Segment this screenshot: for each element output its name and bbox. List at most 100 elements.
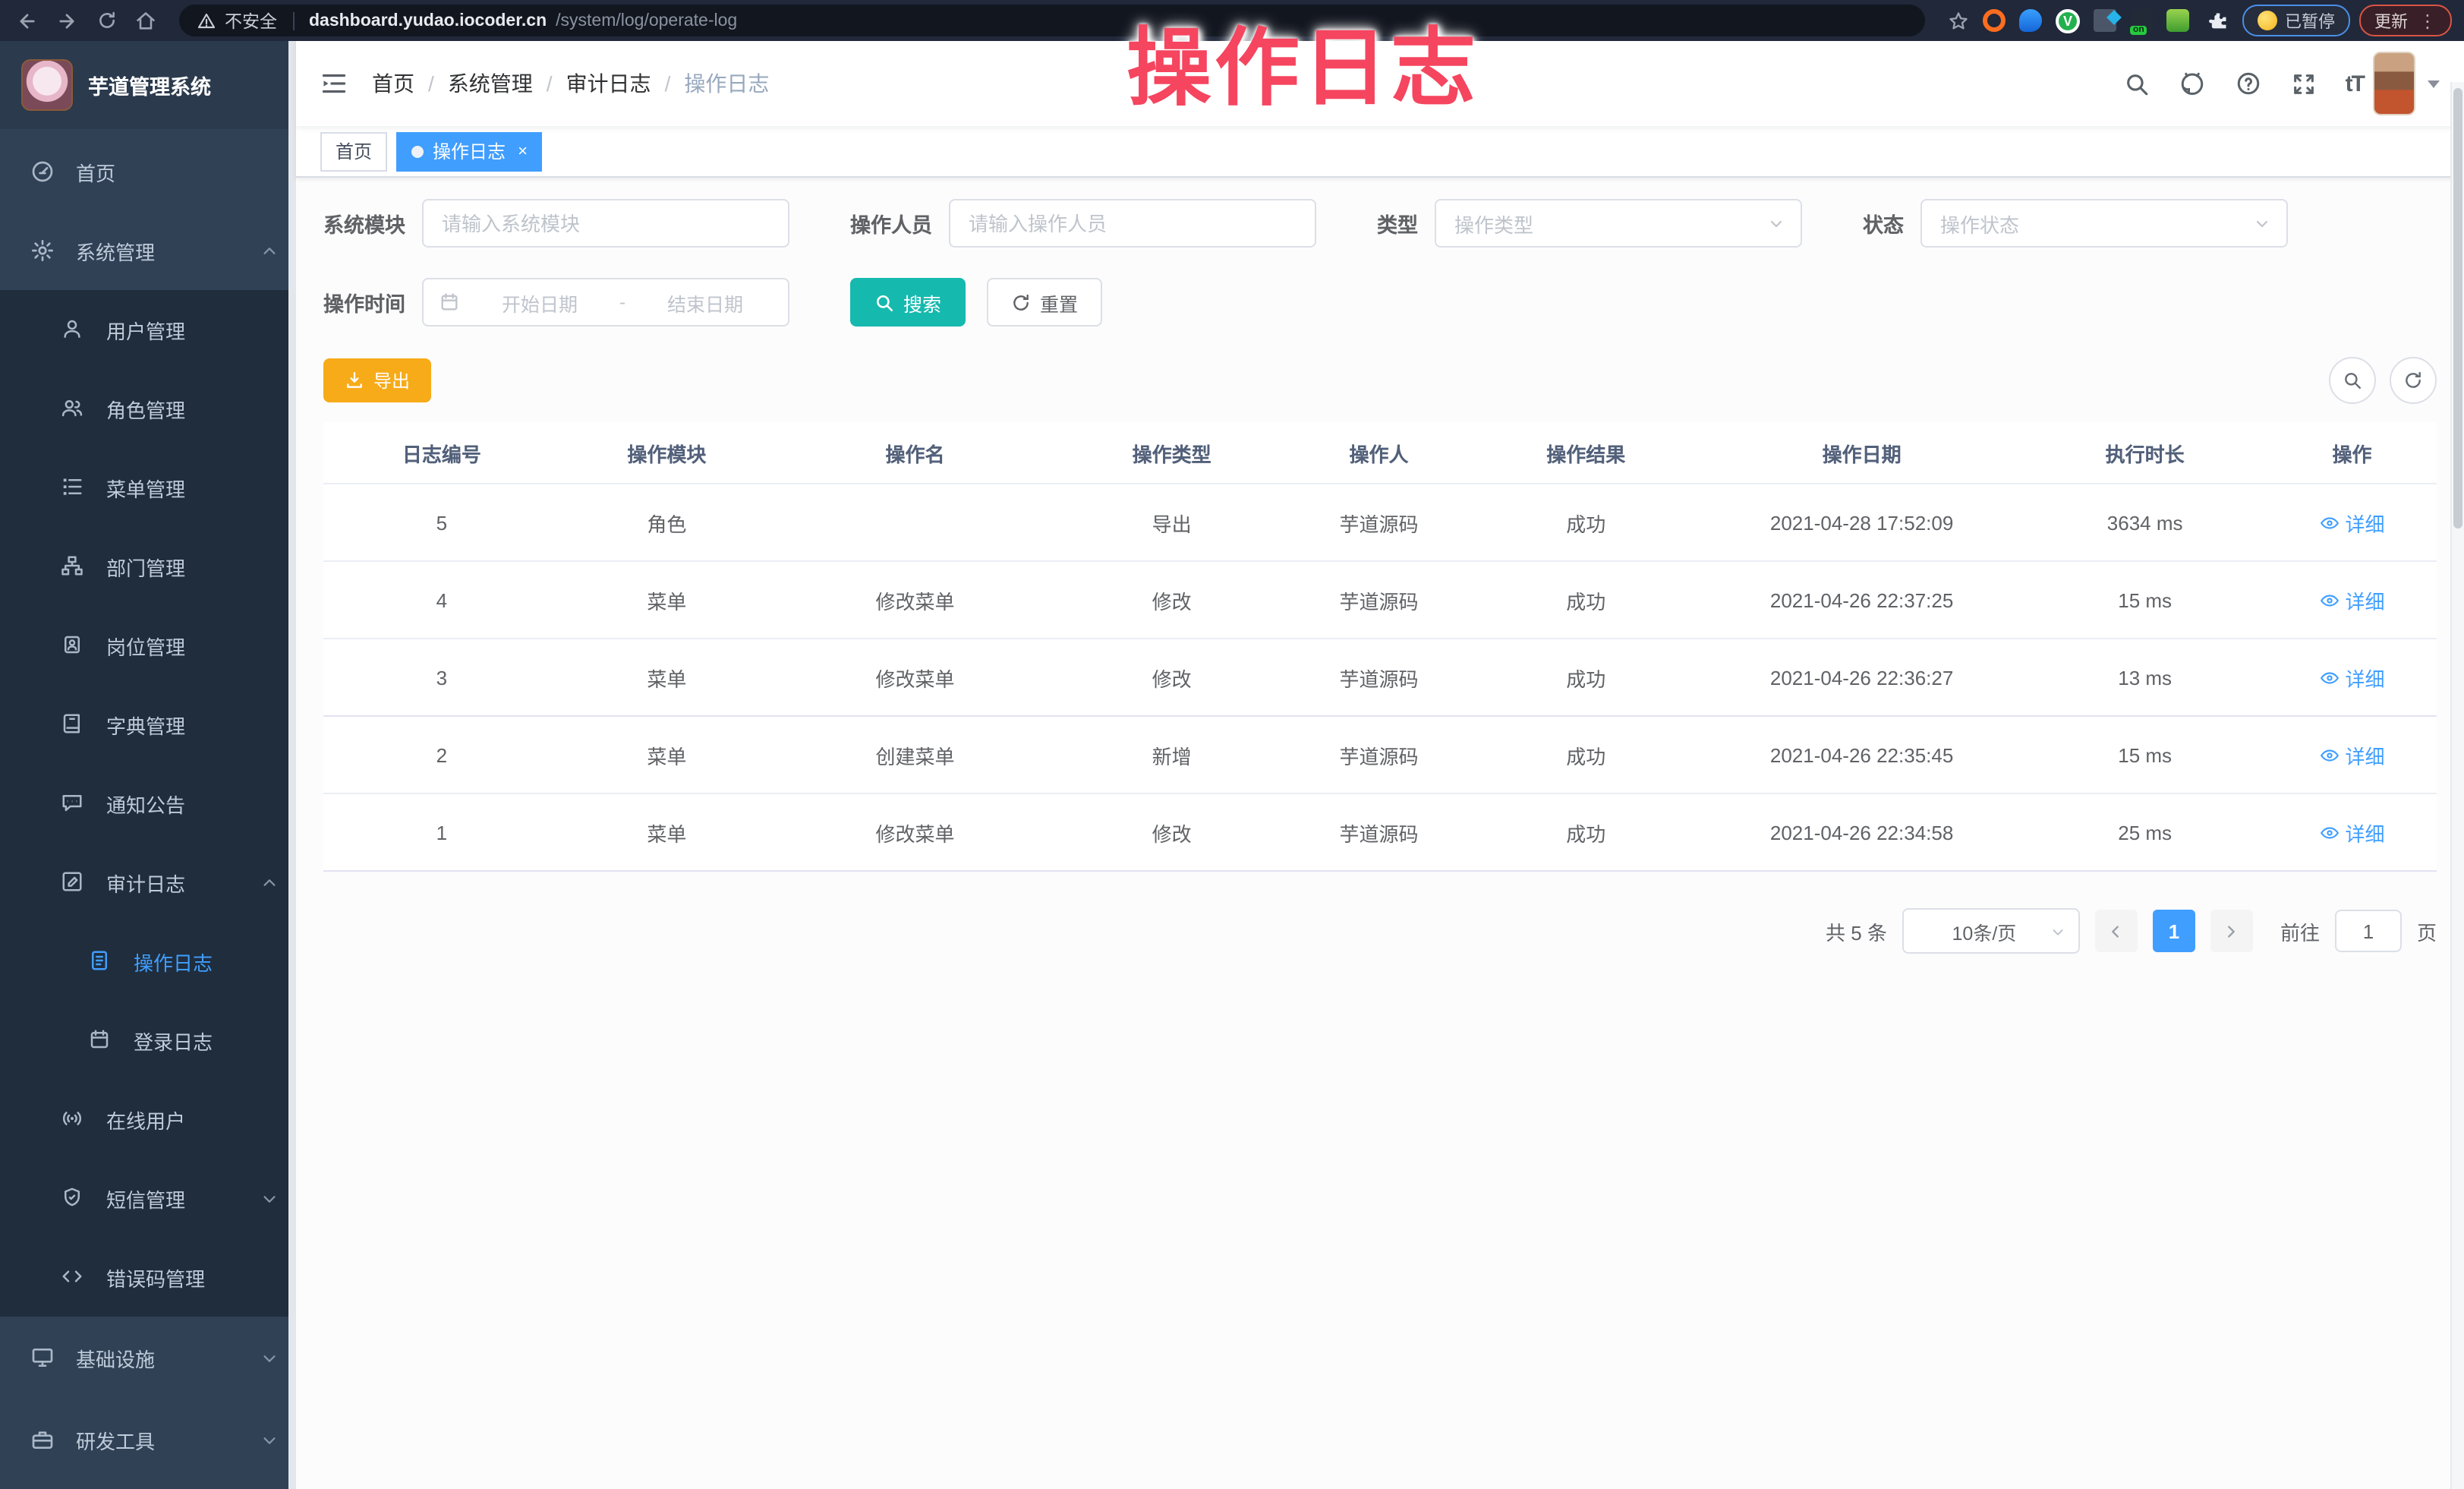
browser-reload-icon[interactable] bbox=[91, 5, 121, 36]
sidebar-item-audit-log[interactable]: 审计日志 bbox=[0, 843, 296, 922]
sidebar-item-menus[interactable]: 菜单管理 bbox=[0, 448, 296, 527]
github-icon[interactable] bbox=[2179, 70, 2206, 97]
code-icon bbox=[61, 1265, 85, 1289]
search-icon[interactable] bbox=[2124, 71, 2150, 96]
sidebar-scrollbar[interactable] bbox=[288, 41, 296, 1489]
operator-input[interactable] bbox=[949, 199, 1316, 248]
extension-green-v-icon[interactable]: V bbox=[2056, 8, 2080, 33]
extension-leaf-icon[interactable] bbox=[2166, 9, 2189, 32]
reset-button[interactable]: 重置 bbox=[987, 278, 1102, 327]
sidebar-item-system[interactable]: 系统管理 bbox=[0, 211, 296, 290]
status-select[interactable]: 操作状态 bbox=[1920, 199, 2288, 248]
sidebar-item-posts[interactable]: 岗位管理 bbox=[0, 606, 296, 685]
chevron-down-icon bbox=[1767, 214, 1785, 232]
sidebar-menu: 首页 系统管理 用户管理 bbox=[0, 129, 296, 1481]
next-page-button[interactable] bbox=[2210, 910, 2253, 952]
detail-link[interactable]: 详细 bbox=[2320, 818, 2385, 847]
page-size-select[interactable]: 10条/页 bbox=[1902, 908, 2080, 954]
detail-link[interactable]: 详细 bbox=[2320, 508, 2385, 537]
detail-link[interactable]: 详细 bbox=[2320, 663, 2385, 692]
cell-date: 2021-04-26 22:35:45 bbox=[1701, 716, 2022, 793]
page-scrollbar[interactable] bbox=[2450, 82, 2464, 1489]
breadcrumb-audit[interactable]: 审计日志 bbox=[566, 68, 651, 99]
refresh-button[interactable] bbox=[2390, 357, 2437, 404]
address-bar[interactable]: 不安全 dashboard.yudao.iocoder.cn /system/l… bbox=[179, 5, 1925, 36]
table-row: 5 角色 导出 芋道源码 成功 2021-04-28 17:52:09 3634… bbox=[323, 484, 2437, 561]
tag-label: 操作日志 bbox=[433, 138, 506, 164]
prev-page-button[interactable] bbox=[2095, 910, 2138, 952]
range-separator: - bbox=[619, 292, 625, 313]
org-tree-icon bbox=[61, 554, 85, 579]
filter-module: 系统模块 bbox=[323, 199, 789, 248]
user-menu[interactable] bbox=[2373, 52, 2440, 115]
user-icon bbox=[61, 317, 85, 342]
browser-menu-icon[interactable]: ⋮ bbox=[2418, 10, 2437, 31]
search-button[interactable]: 搜索 bbox=[850, 278, 966, 327]
module-input[interactable] bbox=[422, 199, 789, 248]
status-placeholder: 操作状态 bbox=[1940, 209, 2253, 238]
filter-type: 类型 操作类型 bbox=[1377, 199, 1802, 248]
extension-on-badge-icon[interactable] bbox=[2130, 9, 2153, 32]
browser-home-icon[interactable] bbox=[131, 5, 161, 36]
bookmark-star-icon[interactable] bbox=[1943, 5, 1974, 36]
sidebar-item-error-codes[interactable]: 错误码管理 bbox=[0, 1238, 296, 1317]
cell-date: 2021-04-26 22:37:25 bbox=[1701, 561, 2022, 639]
extension-pin-icon[interactable] bbox=[2019, 9, 2042, 32]
close-icon[interactable]: × bbox=[518, 142, 528, 160]
sidebar-item-infrastructure[interactable]: 基础设施 bbox=[0, 1317, 296, 1399]
browser-back-icon[interactable] bbox=[12, 5, 43, 36]
extension-orange-icon[interactable] bbox=[1983, 9, 2006, 32]
page-number-1[interactable]: 1 bbox=[2153, 910, 2195, 952]
browser-update-button[interactable]: 更新 ⋮ bbox=[2359, 5, 2452, 36]
sidebar-item-home[interactable]: 首页 bbox=[0, 132, 296, 211]
extension-icons: V bbox=[1983, 5, 2233, 36]
sidebar-item-label: 通知公告 bbox=[106, 789, 278, 818]
online-signal-icon bbox=[61, 1107, 85, 1131]
sidebar-item-notices[interactable]: 通知公告 bbox=[0, 764, 296, 843]
chevron-down-icon bbox=[261, 1349, 278, 1366]
page-content: 系统模块 操作人员 类型 操作类型 bbox=[296, 178, 2464, 1489]
document-icon bbox=[88, 949, 112, 973]
sidebar-item-operate-log[interactable]: 操作日志 bbox=[0, 922, 296, 1001]
breadcrumb-system[interactable]: 系统管理 bbox=[448, 68, 533, 99]
cell-result: 成功 bbox=[1471, 484, 1701, 561]
scrollbar-thumb[interactable] bbox=[2453, 88, 2462, 528]
cell-duration: 25 ms bbox=[2022, 793, 2267, 871]
date-range-picker[interactable]: 开始日期 - 结束日期 bbox=[422, 278, 789, 327]
sidebar-item-sms[interactable]: 短信管理 bbox=[0, 1159, 296, 1238]
chevron-up-icon bbox=[261, 874, 278, 891]
fullscreen-icon[interactable] bbox=[2291, 71, 2317, 96]
type-select[interactable]: 操作类型 bbox=[1435, 199, 1802, 248]
extensions-puzzle-icon[interactable] bbox=[2203, 5, 2233, 36]
sidebar-item-online-users[interactable]: 在线用户 bbox=[0, 1080, 296, 1159]
sidebar-item-dev-tools[interactable]: 研发工具 bbox=[0, 1399, 296, 1481]
tag-home[interactable]: 首页 bbox=[320, 131, 387, 171]
cell-date: 2021-04-26 22:36:27 bbox=[1701, 639, 2022, 716]
show-search-button[interactable] bbox=[2329, 357, 2376, 404]
sidebar-item-login-log[interactable]: 登录日志 bbox=[0, 1001, 296, 1080]
type-label: 类型 bbox=[1377, 208, 1418, 238]
help-icon[interactable] bbox=[2235, 70, 2262, 97]
sidebar-item-users[interactable]: 用户管理 bbox=[0, 290, 296, 369]
cell-date: 2021-04-28 17:52:09 bbox=[1701, 484, 2022, 561]
tag-operate-log[interactable]: 操作日志 × bbox=[396, 131, 543, 171]
sidebar-item-dictionary[interactable]: 字典管理 bbox=[0, 685, 296, 764]
cell-name bbox=[774, 484, 1057, 561]
export-button[interactable]: 导出 bbox=[323, 358, 431, 402]
cell-result: 成功 bbox=[1471, 716, 1701, 793]
breadcrumb-home[interactable]: 首页 bbox=[372, 68, 414, 99]
sidebar-logo-row[interactable]: 芋道管理系统 bbox=[0, 41, 296, 129]
browser-forward-icon[interactable] bbox=[52, 5, 82, 36]
tags-view: 首页 操作日志 × bbox=[296, 126, 2464, 178]
profile-paused-badge[interactable]: 已暂停 bbox=[2242, 5, 2350, 36]
hamburger-icon[interactable] bbox=[320, 70, 348, 97]
font-size-icon[interactable]: tT bbox=[2346, 71, 2364, 96]
detail-link[interactable]: 详细 bbox=[2320, 585, 2385, 614]
goto-page-input[interactable] bbox=[2335, 910, 2402, 952]
extension-stack-icon[interactable] bbox=[2094, 9, 2116, 32]
cell-duration: 3634 ms bbox=[2022, 484, 2267, 561]
filter-row-1: 系统模块 操作人员 类型 操作类型 bbox=[323, 199, 2437, 248]
sidebar-item-departments[interactable]: 部门管理 bbox=[0, 527, 296, 606]
sidebar-item-roles[interactable]: 角色管理 bbox=[0, 369, 296, 448]
detail-link[interactable]: 详细 bbox=[2320, 740, 2385, 769]
